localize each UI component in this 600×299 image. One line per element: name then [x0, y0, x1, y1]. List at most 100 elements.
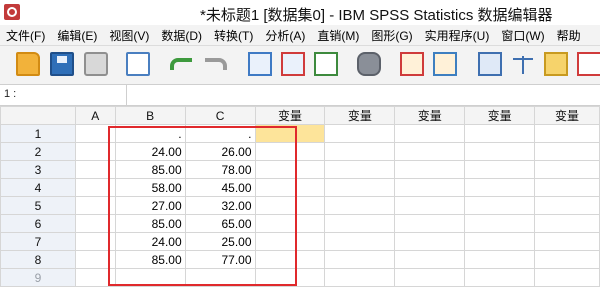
- column-header-c[interactable]: C: [184, 106, 256, 125]
- cell-a[interactable]: [74, 214, 116, 233]
- empty-cell[interactable]: [394, 268, 466, 287]
- menu-analyze[interactable]: 分析(A): [259, 27, 311, 44]
- empty-cell[interactable]: [464, 214, 536, 233]
- empty-cell[interactable]: [254, 160, 326, 179]
- cell-c[interactable]: 45.00: [184, 178, 256, 197]
- column-header-var[interactable]: 变量: [324, 106, 396, 125]
- row-header[interactable]: 5: [0, 196, 76, 215]
- select-cases-icon[interactable]: [544, 52, 568, 76]
- cell-b[interactable]: 24.00: [114, 142, 186, 161]
- cell-c[interactable]: 25.00: [184, 232, 256, 251]
- cell-c[interactable]: 78.00: [184, 160, 256, 179]
- variables-icon[interactable]: [314, 52, 338, 76]
- cell-a[interactable]: [74, 268, 116, 287]
- cell-c[interactable]: 77.00: [184, 250, 256, 269]
- empty-cell[interactable]: [394, 160, 466, 179]
- corner-header[interactable]: [0, 106, 76, 125]
- column-header-var[interactable]: 变量: [254, 106, 326, 125]
- empty-cell[interactable]: [394, 232, 466, 251]
- menu-transform[interactable]: 转换(T): [208, 27, 259, 44]
- cell-c[interactable]: 26.00: [184, 142, 256, 161]
- menu-window[interactable]: 窗口(W): [495, 27, 550, 44]
- menu-data[interactable]: 数据(D): [155, 27, 208, 44]
- empty-cell[interactable]: [394, 214, 466, 233]
- empty-cell[interactable]: [324, 250, 396, 269]
- cell-a[interactable]: [74, 232, 116, 251]
- empty-cell[interactable]: [394, 142, 466, 161]
- empty-cell[interactable]: [464, 232, 536, 251]
- empty-cell[interactable]: [464, 250, 536, 269]
- cell-a[interactable]: [74, 160, 116, 179]
- column-header-var[interactable]: 变量: [394, 106, 466, 125]
- empty-cell[interactable]: [324, 268, 396, 287]
- empty-cell[interactable]: [254, 232, 326, 251]
- empty-cell[interactable]: [534, 178, 600, 197]
- cell-c[interactable]: [184, 268, 256, 287]
- row-header[interactable]: 9: [0, 268, 76, 287]
- empty-cell[interactable]: [324, 196, 396, 215]
- empty-cell[interactable]: [464, 268, 536, 287]
- print-icon[interactable]: [84, 52, 108, 76]
- column-header-var[interactable]: 变量: [464, 106, 536, 125]
- empty-cell[interactable]: [324, 214, 396, 233]
- empty-cell[interactable]: [394, 196, 466, 215]
- empty-cell[interactable]: [464, 124, 536, 143]
- empty-cell[interactable]: [534, 196, 600, 215]
- menu-utilities[interactable]: 实用程序(U): [419, 27, 496, 44]
- active-cell[interactable]: [254, 124, 326, 143]
- empty-cell[interactable]: [254, 196, 326, 215]
- insert-variable-icon[interactable]: [433, 52, 457, 76]
- empty-cell[interactable]: [254, 250, 326, 269]
- cell-c[interactable]: 65.00: [184, 214, 256, 233]
- row-header[interactable]: 3: [0, 160, 76, 179]
- empty-cell[interactable]: [534, 142, 600, 161]
- row-header[interactable]: 8: [0, 250, 76, 269]
- empty-cell[interactable]: [324, 178, 396, 197]
- cell-b[interactable]: 24.00: [114, 232, 186, 251]
- split-file-icon[interactable]: [478, 52, 502, 76]
- menu-graphs[interactable]: 图形(G): [365, 27, 418, 44]
- empty-cell[interactable]: [394, 124, 466, 143]
- weight-cases-icon[interactable]: [511, 52, 535, 76]
- save-icon[interactable]: [50, 52, 74, 76]
- empty-cell[interactable]: [534, 214, 600, 233]
- empty-cell[interactable]: [254, 268, 326, 287]
- empty-cell[interactable]: [324, 142, 396, 161]
- cell-a[interactable]: [74, 142, 116, 161]
- cell-b[interactable]: [114, 268, 186, 287]
- value-labels-icon[interactable]: [577, 52, 600, 76]
- row-header[interactable]: 4: [0, 178, 76, 197]
- undo-icon[interactable]: [170, 58, 192, 70]
- column-header-a[interactable]: A: [74, 106, 116, 125]
- cell-b[interactable]: 27.00: [114, 196, 186, 215]
- empty-cell[interactable]: [464, 178, 536, 197]
- cell-b[interactable]: 85.00: [114, 214, 186, 233]
- row-header[interactable]: 6: [0, 214, 76, 233]
- column-header-var[interactable]: 变量: [534, 106, 600, 125]
- empty-cell[interactable]: [394, 178, 466, 197]
- empty-cell[interactable]: [464, 196, 536, 215]
- empty-cell[interactable]: [254, 178, 326, 197]
- redo-icon[interactable]: [205, 58, 227, 70]
- cell-a[interactable]: [74, 250, 116, 269]
- menu-view[interactable]: 视图(V): [103, 27, 155, 44]
- menu-direct-marketing[interactable]: 直销(M): [311, 27, 365, 44]
- empty-cell[interactable]: [254, 214, 326, 233]
- empty-cell[interactable]: [464, 160, 536, 179]
- open-folder-icon[interactable]: [16, 52, 40, 76]
- cell-b[interactable]: 85.00: [114, 160, 186, 179]
- row-header[interactable]: 7: [0, 232, 76, 251]
- row-header[interactable]: 1: [0, 124, 76, 143]
- cell-a[interactable]: [74, 178, 116, 197]
- empty-cell[interactable]: [534, 250, 600, 269]
- cell-b[interactable]: .: [114, 124, 186, 143]
- menu-help[interactable]: 帮助: [551, 27, 587, 44]
- empty-cell[interactable]: [534, 268, 600, 287]
- menu-edit[interactable]: 编辑(E): [51, 27, 103, 44]
- empty-cell[interactable]: [534, 232, 600, 251]
- spss-app-icon[interactable]: [4, 4, 20, 20]
- goto-case-icon[interactable]: [248, 52, 272, 76]
- cell-a[interactable]: [74, 124, 116, 143]
- insert-cases-icon[interactable]: [400, 52, 424, 76]
- cell-a[interactable]: [74, 196, 116, 215]
